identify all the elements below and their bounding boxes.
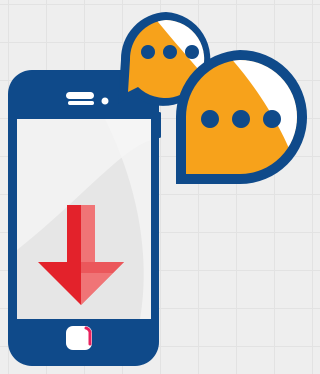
home-button bbox=[66, 326, 92, 350]
phone-top-bar bbox=[68, 101, 94, 105]
illustration bbox=[0, 0, 310, 369]
phone-side-button bbox=[158, 112, 161, 138]
phone-speaker bbox=[66, 92, 94, 99]
chat-bubble-icon bbox=[175, 49, 308, 184]
phone-camera bbox=[101, 97, 109, 105]
